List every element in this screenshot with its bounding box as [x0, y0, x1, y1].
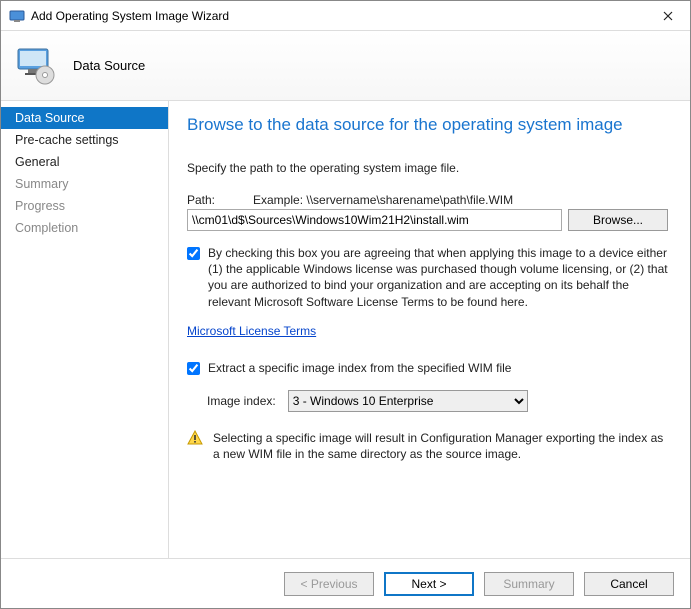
sidebar-item-completion: Completion — [1, 217, 168, 239]
license-checkbox[interactable] — [187, 247, 200, 260]
monitor-disc-icon — [15, 45, 57, 87]
extract-index-checkbox[interactable] — [187, 362, 200, 375]
sidebar-item-summary: Summary — [1, 173, 168, 195]
warning-icon — [187, 430, 203, 446]
image-index-label: Image index: — [207, 394, 276, 408]
window-title: Add Operating System Image Wizard — [31, 9, 645, 23]
previous-button: < Previous — [284, 572, 374, 596]
header-title: Data Source — [73, 58, 145, 73]
path-input[interactable] — [187, 209, 562, 231]
sidebar-item-pre-cache[interactable]: Pre-cache settings — [1, 129, 168, 151]
wizard-sidebar: Data Source Pre-cache settings General S… — [1, 101, 169, 558]
summary-button: Summary — [484, 572, 574, 596]
license-checkbox-text: By checking this box you are agreeing th… — [208, 245, 668, 310]
main-panel: Browse to the data source for the operat… — [169, 101, 690, 558]
app-icon — [9, 8, 25, 24]
sidebar-item-data-source[interactable]: Data Source — [1, 107, 168, 129]
license-terms-link[interactable]: Microsoft License Terms — [187, 324, 316, 338]
wizard-footer: < Previous Next > Summary Cancel — [1, 558, 690, 608]
titlebar: Add Operating System Image Wizard — [1, 1, 690, 31]
cancel-button[interactable]: Cancel — [584, 572, 674, 596]
sidebar-item-general[interactable]: General — [1, 151, 168, 173]
warning-text: Selecting a specific image will result i… — [213, 430, 668, 462]
extract-index-text: Extract a specific image index from the … — [208, 360, 668, 376]
instruction-text: Specify the path to the operating system… — [187, 161, 668, 175]
image-index-select[interactable]: 3 - Windows 10 Enterprise — [288, 390, 528, 412]
wizard-header: Data Source — [1, 31, 690, 101]
path-example: Example: \\servername\sharename\path\fil… — [253, 193, 513, 207]
page-heading: Browse to the data source for the operat… — [187, 115, 668, 135]
sidebar-item-progress: Progress — [1, 195, 168, 217]
next-button[interactable]: Next > — [384, 572, 474, 596]
path-label: Path: — [187, 193, 253, 207]
close-button[interactable] — [645, 1, 690, 31]
browse-button[interactable]: Browse... — [568, 209, 668, 231]
